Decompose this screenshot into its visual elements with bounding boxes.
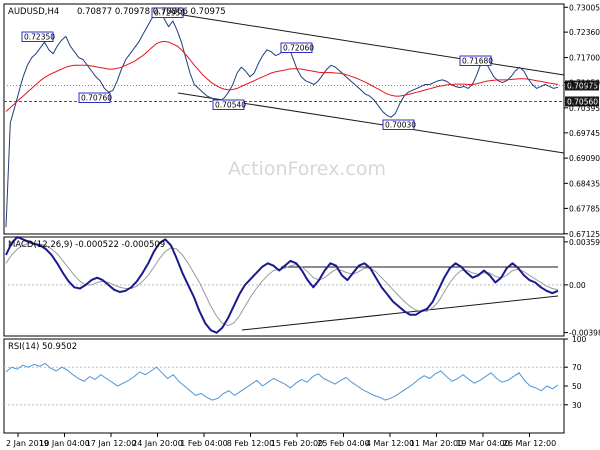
price-y-label: 0.67785: [569, 204, 600, 213]
rsi-y-label: 100: [572, 335, 587, 344]
price-y-label: 0.73005: [569, 3, 600, 12]
rsi-header: RSI(14) 50.9502: [8, 342, 77, 352]
rsi-line: [5, 362, 559, 401]
price-panel-frame: [3, 3, 565, 235]
price-y-label: 0.72360: [569, 28, 600, 37]
macd-header: MACD(12,26,9) -0.000522 -0.000509: [8, 240, 165, 250]
x-tick-label: 25 Feb 04:00: [317, 439, 369, 448]
macd-y-label: 0.00: [569, 281, 586, 290]
price-annotation-label: 0.72060: [283, 44, 314, 53]
price-y-label: 0.70395: [569, 104, 600, 113]
x-tick-label: 17 Jan 12:00: [86, 439, 137, 448]
channel-line: [182, 14, 565, 76]
watermark: ActionForex.com: [228, 158, 386, 180]
x-tick-label: 4 Mar 12:00: [366, 439, 414, 448]
macd-y-label: 0.003592: [569, 238, 600, 247]
macd-signal-line: [5, 242, 559, 327]
rsi-panel-frame: [3, 338, 565, 434]
symbol-header: AUDUSD,H4: [8, 7, 59, 17]
price-annotation-label: 0.72350: [24, 33, 55, 42]
price-annotation-label: 0.70760: [81, 94, 112, 103]
macd-panel-frame: [3, 236, 565, 337]
x-tick-label: 15 Feb 20:00: [271, 439, 323, 448]
price-annotation-label: 0.71680: [462, 57, 493, 66]
x-tick-label: 1 Feb 04:00: [180, 439, 227, 448]
rsi-y-label: 50: [572, 382, 582, 391]
x-tick-label: 8 Feb 12:00: [227, 439, 274, 448]
forex-chart: 0.72950 0.72350 0.70760 0.70540 0.72060 0.700…: [0, 0, 600, 450]
x-tick-label: 19 Mar 04:00: [456, 439, 509, 448]
price-y-label: 0.68435: [569, 179, 600, 188]
price-annotation-label: 0.70030: [385, 121, 416, 130]
x-tick-label: 26 Mar 12:00: [503, 439, 556, 448]
rsi-y-label: 70: [572, 363, 582, 372]
chart-svg: 0.729500.723500.707600.705400.720600.700…: [3, 3, 600, 448]
price-y-label: 0.69090: [569, 154, 600, 163]
x-tick-label: 10 Jan 04:00: [39, 439, 90, 448]
price-y-label: 0.69745: [569, 129, 600, 138]
x-tick-label: 24 Jan 20:00: [132, 439, 183, 448]
ohlc-header: 0.70877 0.70978 0.70866 0.70975: [77, 7, 226, 17]
price-annotation-label: 0.70540: [215, 101, 246, 110]
price-y-label: 0.71050: [569, 79, 600, 88]
macd-support-line: [241, 295, 559, 331]
x-tick-label: 11 Mar 20:00: [410, 439, 463, 448]
price-y-label: 0.71700: [569, 54, 600, 63]
rsi-y-label: 30: [572, 401, 582, 410]
